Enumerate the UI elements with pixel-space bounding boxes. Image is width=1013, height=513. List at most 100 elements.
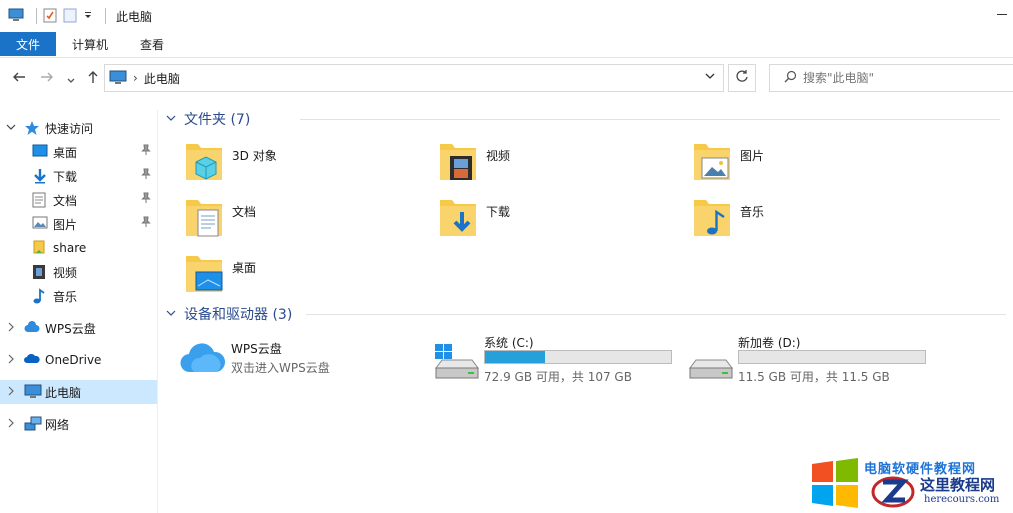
chevron-right-icon[interactable] bbox=[6, 322, 16, 335]
divider bbox=[306, 314, 1006, 315]
sidebar-item-videos[interactable]: 视频 bbox=[0, 260, 157, 284]
sidebar-item-wps-cloud[interactable]: WPS云盘 bbox=[0, 316, 157, 340]
navigation-bar: › 此电脑 bbox=[0, 60, 1013, 98]
folder-3d-objects[interactable]: 3D 对象 bbox=[184, 140, 434, 190]
onedrive-cloud-icon bbox=[24, 352, 40, 367]
chevron-down-icon[interactable] bbox=[705, 70, 715, 84]
sidebar-item-label: 此电脑 bbox=[45, 385, 82, 400]
refresh-icon bbox=[735, 69, 749, 87]
sidebar-item-desktop[interactable]: 桌面 bbox=[0, 140, 157, 164]
chevron-right-icon[interactable] bbox=[6, 354, 16, 367]
minimize-button[interactable] bbox=[997, 14, 1007, 15]
forward-arrow-icon[interactable] bbox=[40, 70, 54, 88]
navigation-pane: 快速访问 桌面 下载 文档 图片 share 视频 音乐 WPS云盘 OneDr… bbox=[0, 110, 158, 513]
sidebar-item-music[interactable]: 音乐 bbox=[0, 284, 157, 308]
folder-video-icon bbox=[438, 140, 478, 187]
chevron-down-icon[interactable] bbox=[166, 308, 182, 321]
folder-pictures[interactable]: 图片 bbox=[692, 140, 942, 190]
film-icon bbox=[32, 264, 46, 283]
folder-3d-icon bbox=[184, 140, 224, 187]
folder-name: 文档 bbox=[232, 205, 257, 219]
sidebar-item-onedrive[interactable]: OneDrive bbox=[0, 348, 157, 372]
tab-view[interactable]: 查看 bbox=[124, 32, 180, 56]
cloud-icon bbox=[180, 340, 226, 379]
folder-desktop-icon bbox=[184, 252, 224, 299]
sidebar-item-label: OneDrive bbox=[45, 353, 102, 367]
folder-downloads[interactable]: 下载 bbox=[438, 196, 688, 246]
devices-group-header[interactable]: 设备和驱动器 (3) bbox=[160, 303, 1013, 325]
sidebar-item-quick-access[interactable]: 快速访问 bbox=[0, 116, 157, 140]
tab-computer[interactable]: 计算机 bbox=[56, 32, 124, 56]
address-path[interactable]: 此电脑 bbox=[144, 70, 180, 87]
chevron-right-icon[interactable] bbox=[6, 418, 16, 431]
sidebar-item-documents[interactable]: 文档 bbox=[0, 188, 157, 212]
customize-toolbar-icon[interactable] bbox=[83, 9, 93, 23]
folder-videos[interactable]: 视频 bbox=[438, 140, 688, 190]
sidebar-item-label: 视频 bbox=[53, 265, 78, 280]
sidebar-item-this-pc[interactable]: 此电脑 bbox=[0, 380, 157, 404]
music-note-icon bbox=[32, 288, 46, 307]
pin-icon[interactable] bbox=[141, 168, 151, 183]
picture-icon bbox=[32, 216, 48, 233]
sidebar-item-label: 下载 bbox=[53, 169, 78, 184]
folder-name: 音乐 bbox=[740, 205, 765, 219]
drive-free-space: 72.9 GB 可用，共 107 GB bbox=[484, 370, 632, 384]
watermark-brand: 这里教程网 bbox=[920, 476, 996, 494]
folder-music[interactable]: 音乐 bbox=[692, 196, 942, 246]
windows-drive-icon bbox=[434, 342, 480, 385]
window-title: 此电脑 bbox=[116, 9, 153, 24]
quick-access-toolbar: 此电脑 bbox=[8, 7, 158, 26]
pin-icon[interactable] bbox=[141, 216, 151, 231]
refresh-button[interactable] bbox=[728, 64, 756, 92]
drive-name: 系统 (C:) bbox=[484, 336, 534, 350]
pin-icon[interactable] bbox=[141, 144, 151, 159]
folder-name: 图片 bbox=[740, 149, 765, 163]
chevron-right-icon[interactable]: › bbox=[133, 71, 138, 85]
search-input[interactable] bbox=[803, 71, 1003, 85]
folder-music-icon bbox=[692, 196, 732, 243]
drive-free-space: 11.5 GB 可用，共 11.5 GB bbox=[738, 370, 890, 384]
chevron-down-icon[interactable] bbox=[6, 122, 16, 135]
folder-desktop[interactable]: 桌面 bbox=[184, 252, 434, 302]
drive-usage-bar bbox=[484, 350, 672, 364]
download-arrow-icon bbox=[32, 168, 48, 187]
drive-c[interactable]: 系统 (C:) 72.9 GB 可用，共 107 GB bbox=[434, 334, 684, 394]
properties-icon[interactable] bbox=[43, 7, 57, 26]
drive-usage-bar bbox=[738, 350, 926, 364]
sidebar-item-pictures[interactable]: 图片 bbox=[0, 212, 157, 236]
address-bar[interactable]: › 此电脑 bbox=[104, 64, 724, 92]
ribbon-tabs: 文件 计算机 查看 bbox=[0, 32, 1013, 58]
folder-shared-icon bbox=[32, 240, 46, 259]
cloud-icon bbox=[24, 320, 40, 337]
folder-documents[interactable]: 文档 bbox=[184, 196, 434, 246]
chevron-down-icon[interactable] bbox=[166, 113, 182, 126]
drive-name: 新加卷 (D:) bbox=[738, 336, 801, 350]
drive-d[interactable]: 新加卷 (D:) 11.5 GB 可用，共 11.5 GB bbox=[688, 334, 938, 394]
folders-group-header[interactable]: 文件夹 (7) bbox=[160, 108, 1013, 130]
search-icon bbox=[784, 70, 797, 86]
back-arrow-icon[interactable] bbox=[12, 70, 26, 88]
sidebar-item-network[interactable]: 网络 bbox=[0, 412, 157, 436]
content-pane: 文件夹 (7) 3D 对象 视频 图片 文档 下载 音乐 桌面 设备和驱动器 (… bbox=[160, 104, 1013, 513]
sidebar-item-share[interactable]: share bbox=[0, 236, 157, 260]
search-box[interactable] bbox=[769, 64, 1013, 92]
new-folder-icon[interactable] bbox=[63, 7, 77, 26]
recent-locations-icon[interactable] bbox=[66, 72, 76, 90]
wps-cloud-drive[interactable]: WPS云盘 双击进入WPS云盘 bbox=[180, 340, 430, 400]
pin-icon[interactable] bbox=[141, 192, 151, 207]
sidebar-item-label: WPS云盘 bbox=[45, 321, 96, 336]
group-title: 文件夹 (7) bbox=[184, 112, 251, 128]
up-arrow-icon[interactable] bbox=[86, 70, 100, 88]
tab-file[interactable]: 文件 bbox=[0, 32, 57, 56]
network-icon bbox=[24, 416, 42, 435]
sidebar-item-label: share bbox=[53, 241, 87, 255]
document-icon bbox=[32, 192, 46, 211]
title-bar: 此电脑 bbox=[0, 0, 1013, 32]
divider bbox=[300, 119, 1000, 120]
chevron-right-icon[interactable] bbox=[6, 386, 16, 399]
drive-subtitle: 双击进入WPS云盘 bbox=[231, 361, 330, 375]
folder-name: 下载 bbox=[486, 205, 511, 219]
drive-usage-fill bbox=[485, 351, 545, 363]
star-icon bbox=[24, 120, 40, 139]
sidebar-item-downloads[interactable]: 下载 bbox=[0, 164, 157, 188]
